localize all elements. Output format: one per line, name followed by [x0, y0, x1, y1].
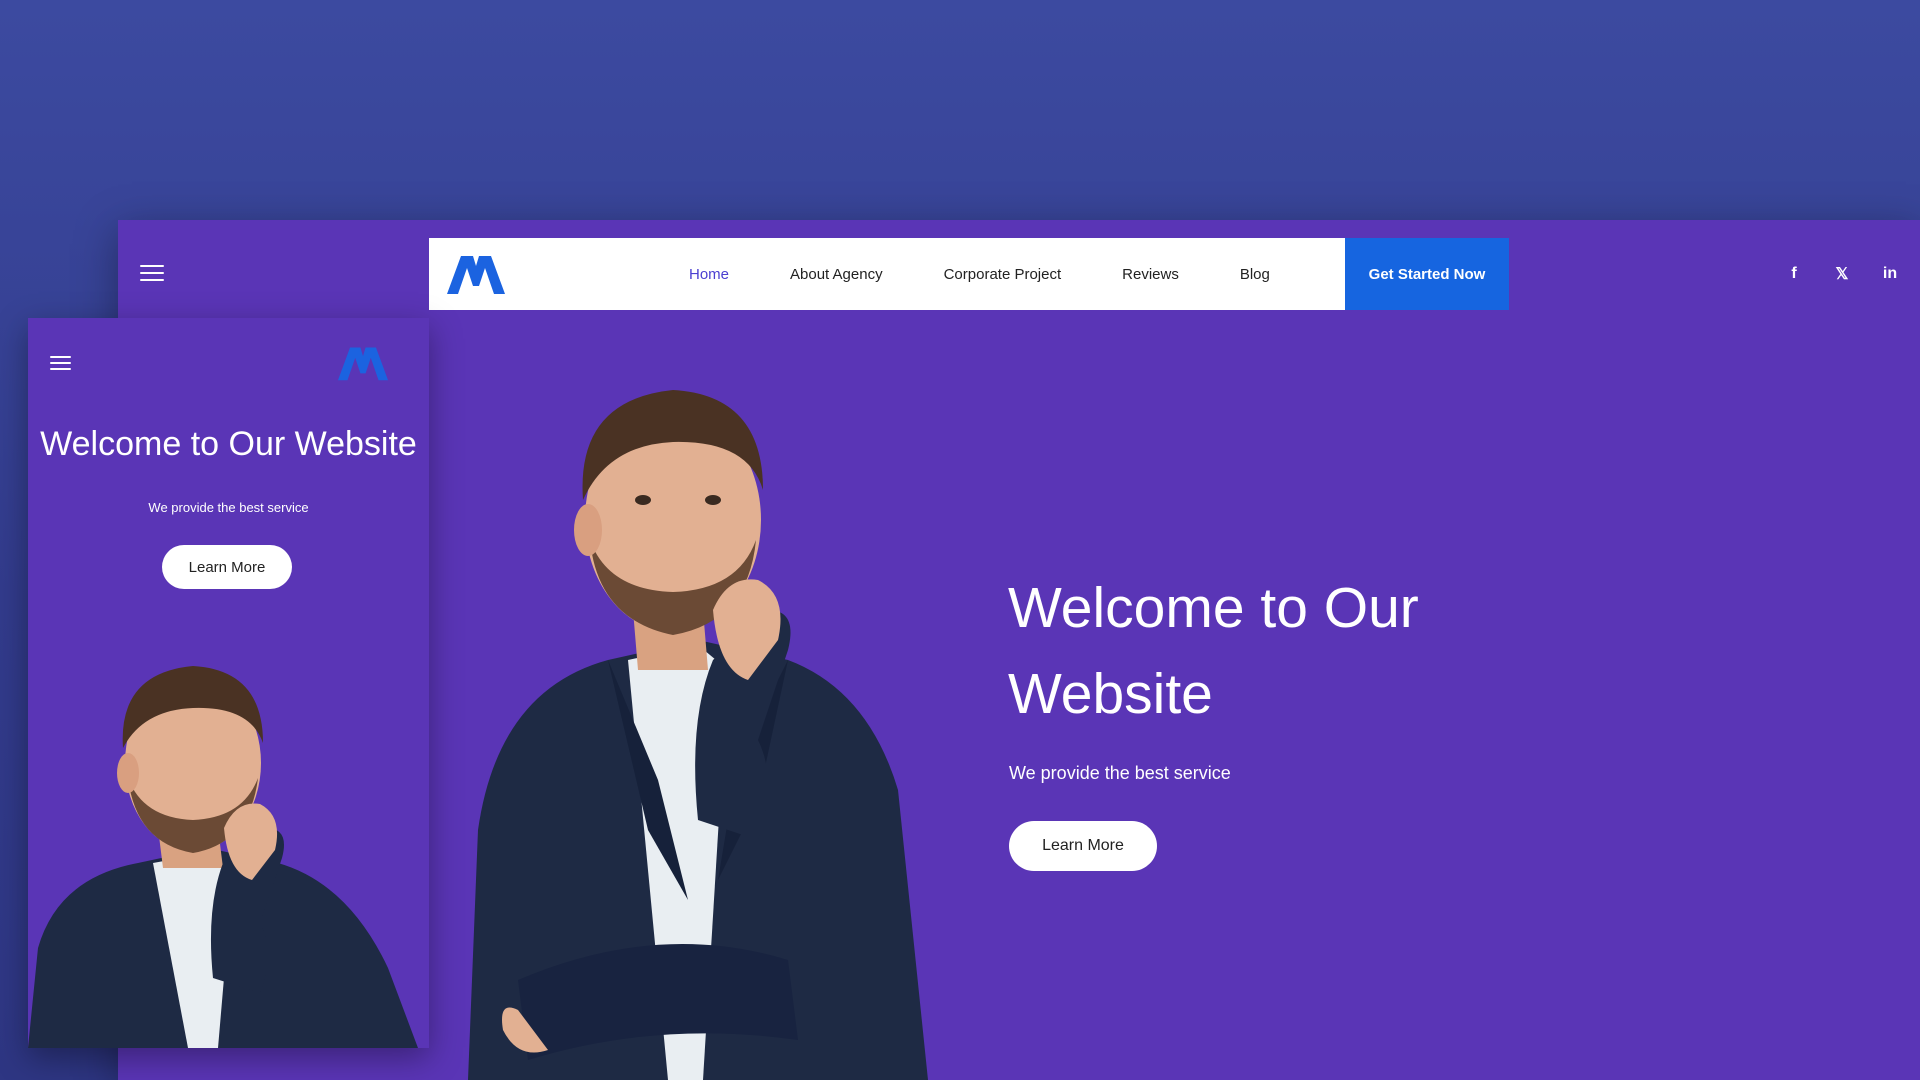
mobile-hero-person-image	[28, 666, 418, 1048]
linkedin-icon[interactable]: in	[1880, 265, 1900, 283]
logo-mark[interactable]	[445, 252, 507, 296]
desktop-navbar: Home About Agency Corporate Project Revi…	[429, 238, 1509, 310]
nav-item-reviews[interactable]: Reviews	[1122, 266, 1179, 283]
facebook-icon[interactable]: f	[1784, 265, 1804, 283]
social-links: f 𝕏 in	[1784, 264, 1900, 284]
mobile-hero-title: Welcome to Our Website	[40, 425, 417, 463]
desktop-nav-menu: Home About Agency Corporate Project Revi…	[689, 238, 1331, 310]
nav-item-home[interactable]: Home	[689, 266, 729, 283]
nav-item-about-agency[interactable]: About Agency	[790, 266, 883, 283]
nav-item-blog[interactable]: Blog	[1240, 266, 1270, 283]
hero-title: Welcome to Our Website	[1008, 576, 1419, 726]
mobile-hamburger-icon[interactable]	[50, 356, 71, 371]
hamburger-menu-icon[interactable]	[140, 265, 164, 283]
mobile-hero-subtitle: We provide the best service	[148, 500, 309, 515]
learn-more-button[interactable]: Learn More	[1009, 821, 1157, 871]
mobile-logo-mark[interactable]	[335, 344, 391, 382]
mobile-learn-more-button[interactable]: Learn More	[162, 545, 292, 589]
hero-person-image	[468, 390, 928, 1080]
hero-subtitle: We provide the best service	[1009, 763, 1231, 783]
nav-item-corporate-project[interactable]: Corporate Project	[944, 266, 1062, 283]
get-started-button[interactable]: Get Started Now	[1345, 238, 1509, 310]
x-icon[interactable]: 𝕏	[1832, 264, 1852, 284]
mobile-mockup: Welcome to Our Website We provide the be…	[28, 318, 429, 1048]
